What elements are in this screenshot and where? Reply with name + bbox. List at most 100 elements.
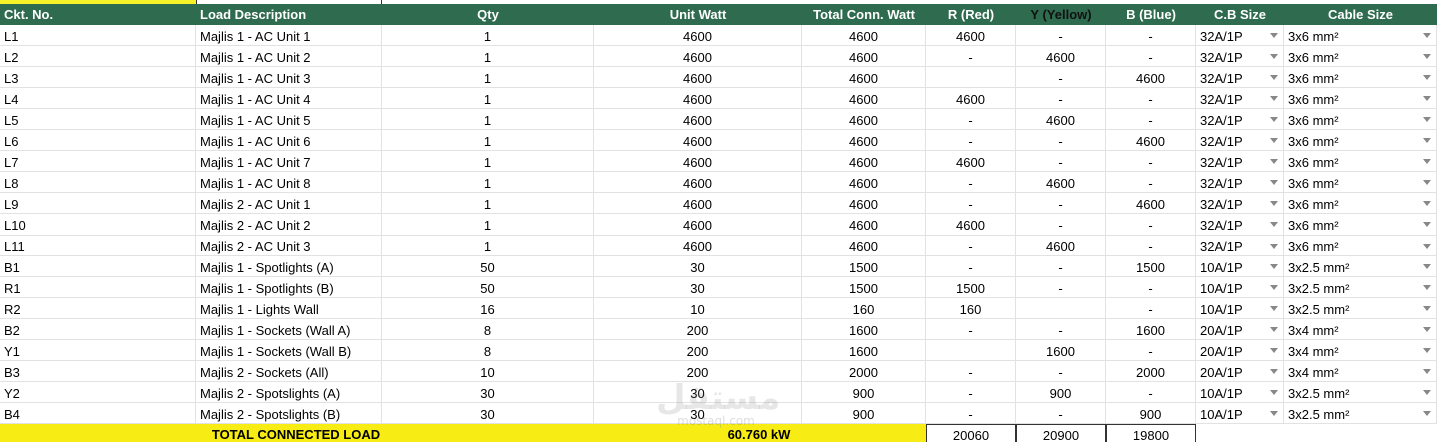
dropdown-arrow-icon[interactable] [1270,75,1278,80]
r-red-value: - [968,260,973,275]
dropdown-arrow-icon[interactable] [1270,54,1278,59]
cell-cable-size[interactable]: 3x4 mm² [1284,340,1437,361]
cell-cb-size[interactable]: 10A/1P [1196,277,1284,298]
unit-watt-value: 30 [690,260,705,275]
cell-cable-size[interactable]: 3x6 mm² [1284,46,1437,67]
cell-cb-size[interactable]: 32A/1P [1196,25,1284,46]
cell-cb-size[interactable]: 10A/1P [1196,382,1284,403]
cell-b-blue: - [1106,277,1196,298]
cell-b-blue: - [1106,340,1196,361]
dropdown-arrow-icon[interactable] [1270,180,1278,185]
cell-cable-size[interactable]: 3x4 mm² [1284,361,1437,382]
cell-cable-size[interactable]: 3x6 mm² [1284,214,1437,236]
cell-cb-size[interactable]: 20A/1P [1196,361,1284,382]
cell-cable-size[interactable]: 3x2.5 mm² [1284,403,1437,424]
dropdown-arrow-icon[interactable] [1270,411,1278,416]
cb-size-value: 32A/1P [1200,92,1243,107]
dropdown-arrow-icon[interactable] [1423,411,1431,416]
dropdown-arrow-icon[interactable] [1270,33,1278,38]
dropdown-arrow-icon[interactable] [1423,390,1431,395]
cell-cb-size[interactable]: 32A/1P [1196,172,1284,193]
table-row: L9 Majlis 2 - AC Unit 1 1 4600 4600 - - 4600 32A… [0,193,1437,214]
cell-cable-size[interactable]: 3x6 mm² [1284,67,1437,88]
b-blue-value: - [1148,281,1153,296]
cell-cable-size[interactable]: 3x6 mm² [1284,151,1437,172]
cell-cable-size[interactable]: 3x4 mm² [1284,319,1437,340]
cell-cable-size[interactable]: 3x6 mm² [1284,25,1437,46]
dropdown-arrow-icon[interactable] [1423,222,1431,227]
dropdown-arrow-icon[interactable] [1270,117,1278,122]
dropdown-arrow-icon[interactable] [1423,96,1431,101]
dropdown-arrow-icon[interactable] [1270,96,1278,101]
cell-cable-size[interactable]: 3x2.5 mm² [1284,298,1437,319]
dropdown-arrow-icon[interactable] [1270,327,1278,332]
dropdown-arrow-icon[interactable] [1423,285,1431,290]
load-description-value: Majlis 1 - AC Unit 7 [200,155,311,170]
cell-ckt-no: B3 [0,361,196,382]
dropdown-arrow-icon[interactable] [1423,264,1431,269]
cell-cb-size[interactable]: 32A/1P [1196,151,1284,172]
cell-cb-size[interactable]: 20A/1P [1196,319,1284,340]
cell-cable-size[interactable]: 3x6 mm² [1284,88,1437,109]
cell-b-blue: 1600 [1106,319,1196,340]
cell-cable-size[interactable]: 3x6 mm² [1284,193,1437,214]
qty-value: 50 [480,260,495,275]
cable-size-value: 3x2.5 mm² [1288,302,1350,317]
cell-cable-size[interactable]: 3x6 mm² [1284,236,1437,256]
dropdown-arrow-icon[interactable] [1423,138,1431,143]
dropdown-arrow-icon[interactable] [1270,369,1278,374]
dropdown-arrow-icon[interactable] [1423,306,1431,311]
cell-cb-size[interactable]: 32A/1P [1196,236,1284,256]
cell-cb-size[interactable]: 32A/1P [1196,214,1284,236]
dropdown-arrow-icon[interactable] [1423,369,1431,374]
dropdown-arrow-icon[interactable] [1270,244,1278,249]
y-yellow-value: 4600 [1046,50,1075,65]
dropdown-arrow-icon[interactable] [1270,285,1278,290]
dropdown-arrow-icon[interactable] [1423,159,1431,164]
dropdown-arrow-icon[interactable] [1423,180,1431,185]
dropdown-arrow-icon[interactable] [1270,138,1278,143]
cb-size-value: 10A/1P [1200,386,1243,401]
unit-watt-value: 4600 [683,50,712,65]
dropdown-arrow-icon[interactable] [1270,390,1278,395]
cell-cb-size[interactable]: 32A/1P [1196,46,1284,67]
dropdown-arrow-icon[interactable] [1423,75,1431,80]
cell-cb-size[interactable]: 10A/1P [1196,298,1284,319]
dropdown-arrow-icon[interactable] [1270,348,1278,353]
dropdown-arrow-icon[interactable] [1423,117,1431,122]
cell-r-red: - [926,319,1016,340]
cell-cb-size[interactable]: 20A/1P [1196,340,1284,361]
cell-load-description: Majlis 2 - Spotslights (A) [196,382,382,403]
dropdown-arrow-icon[interactable] [1270,201,1278,206]
dropdown-arrow-icon[interactable] [1423,54,1431,59]
cell-cb-size[interactable]: 32A/1P [1196,193,1284,214]
cell-cable-size[interactable]: 3x2.5 mm² [1284,277,1437,298]
dropdown-arrow-icon[interactable] [1423,201,1431,206]
dropdown-arrow-icon[interactable] [1423,33,1431,38]
cell-cb-size[interactable]: 10A/1P [1196,403,1284,424]
cable-size-value: 3x2.5 mm² [1288,260,1350,275]
cell-cb-size[interactable]: 10A/1P [1196,256,1284,277]
cb-size-value: 32A/1P [1200,197,1243,212]
dropdown-arrow-icon[interactable] [1423,244,1431,249]
dropdown-arrow-icon[interactable] [1270,222,1278,227]
dropdown-arrow-icon[interactable] [1270,264,1278,269]
dropdown-arrow-icon[interactable] [1423,327,1431,332]
cb-size-value: 32A/1P [1200,134,1243,149]
cell-cb-size[interactable]: 32A/1P [1196,67,1284,88]
cell-cb-size[interactable]: 32A/1P [1196,88,1284,109]
cell-cb-size[interactable]: 32A/1P [1196,130,1284,151]
dropdown-arrow-icon[interactable] [1270,159,1278,164]
cell-unit-watt: 30 [594,403,802,424]
cell-cable-size[interactable]: 3x6 mm² [1284,130,1437,151]
total-conn-watt-value: 900 [852,407,875,422]
cell-cable-size[interactable]: 3x2.5 mm² [1284,382,1437,403]
cell-cable-size[interactable]: 3x6 mm² [1284,109,1437,130]
cell-cable-size[interactable]: 3x2.5 mm² [1284,256,1437,277]
cb-size-value: 32A/1P [1200,218,1243,233]
table-row: R1 Majlis 1 - Spotlights (B) 50 30 1500 1500 -… [0,277,1437,298]
cell-cb-size[interactable]: 32A/1P [1196,109,1284,130]
dropdown-arrow-icon[interactable] [1423,348,1431,353]
dropdown-arrow-icon[interactable] [1270,306,1278,311]
cell-cable-size[interactable]: 3x6 mm² [1284,172,1437,193]
